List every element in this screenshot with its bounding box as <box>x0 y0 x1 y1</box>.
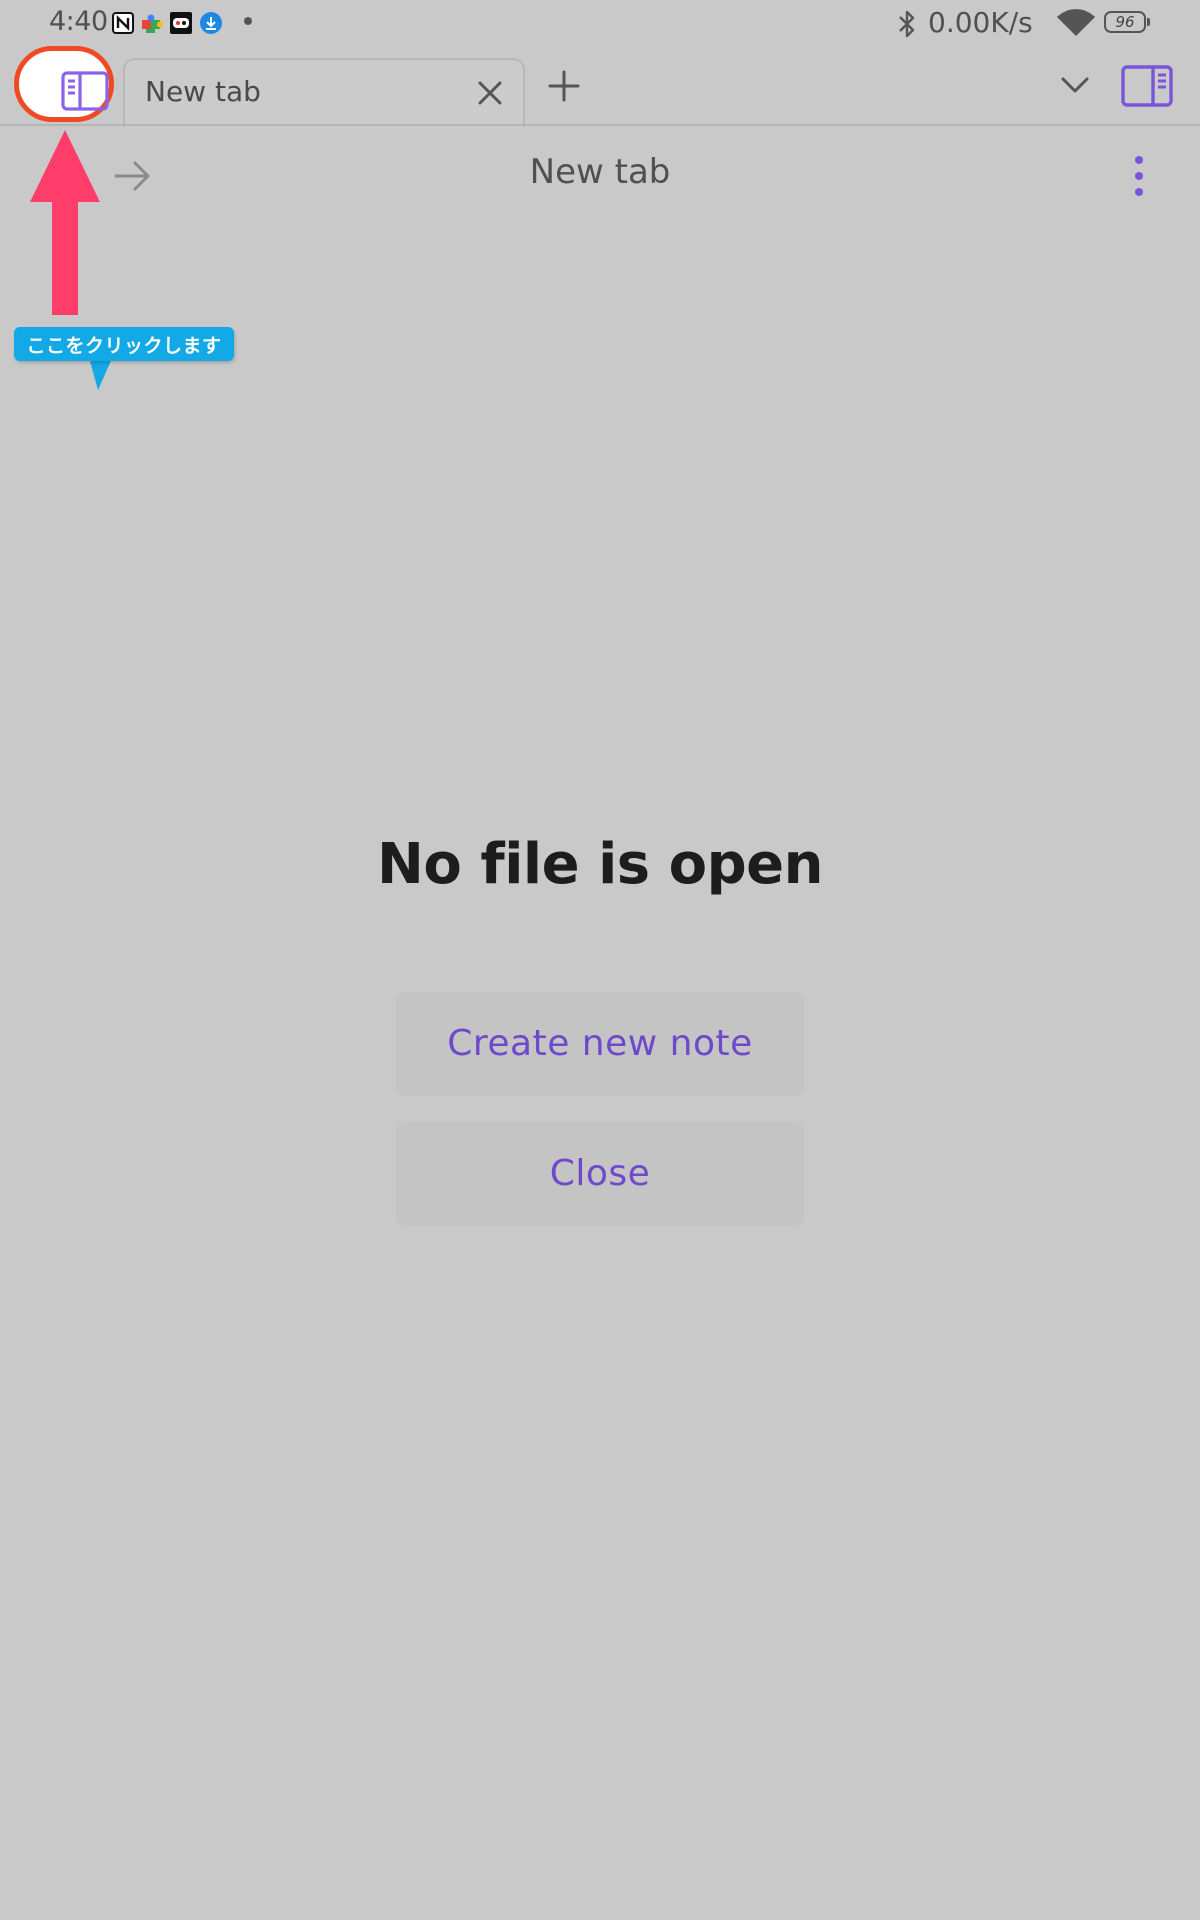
left-sidebar-toggle-button[interactable] <box>18 52 114 122</box>
annotation-bubble-text: ここをクリックします <box>26 335 222 357</box>
bluetooth-icon <box>899 10 915 38</box>
download-icon <box>200 12 222 34</box>
chevron-down-icon[interactable] <box>1060 74 1090 96</box>
tab-bar: New tab <box>0 46 1200 127</box>
wifi-icon <box>1057 9 1095 36</box>
plus-icon[interactable] <box>546 68 582 104</box>
view-header: New tab <box>0 126 1200 226</box>
close-icon[interactable] <box>475 78 505 108</box>
create-new-note-button[interactable]: Create new note <box>396 992 804 1096</box>
close-button[interactable]: Close <box>396 1122 804 1226</box>
left-sidebar-icon <box>61 71 109 111</box>
view-title: New tab <box>529 152 671 192</box>
notion-icon <box>112 12 134 34</box>
right-sidebar-icon[interactable] <box>1120 62 1176 110</box>
notification-more-dot <box>244 17 252 25</box>
network-speed: 0.00K/s <box>928 6 1033 39</box>
status-bar: 4:40 0.00K/s 96 <box>0 0 1200 46</box>
tab-label: New tab <box>145 75 261 108</box>
empty-state-title: No file is open <box>377 832 824 897</box>
more-vertical-icon[interactable] <box>1126 154 1152 198</box>
annotation-arrow <box>30 130 100 315</box>
game-icon <box>170 12 192 34</box>
annotation-bubble: ここをクリックします <box>14 327 234 361</box>
battery-icon: 96 <box>1104 11 1150 33</box>
status-time: 4:40 <box>49 6 108 37</box>
puzzle-icon <box>142 14 163 33</box>
tab-new-tab[interactable]: New tab <box>123 58 525 127</box>
status-right: 0.00K/s 96 <box>880 0 1200 46</box>
